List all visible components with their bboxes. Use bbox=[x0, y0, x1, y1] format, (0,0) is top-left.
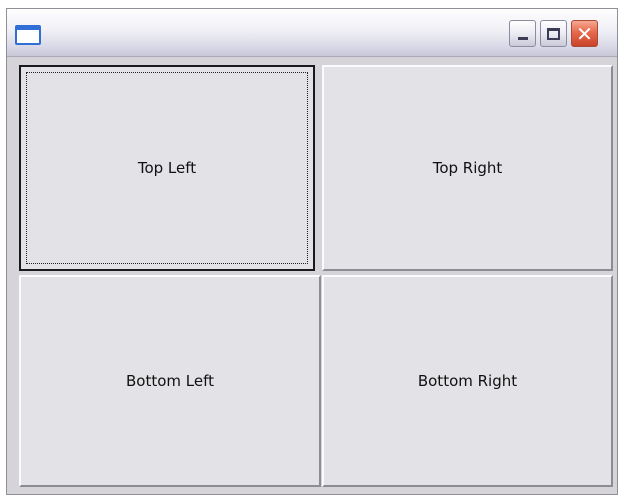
top-right-button[interactable]: Top Right bbox=[322, 65, 613, 271]
app-window: ✕ Top Left Top Right Bottom Left Bottom … bbox=[6, 8, 618, 495]
maximize-button[interactable] bbox=[540, 20, 567, 47]
title-bar[interactable]: ✕ bbox=[7, 9, 617, 57]
top-left-button[interactable]: Top Left bbox=[19, 65, 315, 271]
top-left-button-label: Top Left bbox=[137, 159, 197, 177]
window-app-icon[interactable] bbox=[15, 25, 41, 45]
client-area: Top Left Top Right Bottom Left Bottom Ri… bbox=[11, 61, 613, 492]
bottom-left-button[interactable]: Bottom Left bbox=[19, 275, 321, 487]
top-right-button-label: Top Right bbox=[432, 159, 503, 177]
page: ✕ Top Left Top Right Bottom Left Bottom … bbox=[0, 0, 624, 497]
bottom-right-button[interactable]: Bottom Right bbox=[322, 275, 613, 487]
bottom-right-button-label: Bottom Right bbox=[417, 372, 518, 390]
maximize-icon bbox=[547, 27, 560, 40]
bottom-left-button-label: Bottom Left bbox=[125, 372, 214, 390]
minimize-icon bbox=[517, 37, 528, 40]
minimize-button[interactable] bbox=[509, 20, 536, 47]
close-icon: ✕ bbox=[576, 21, 593, 46]
close-button[interactable]: ✕ bbox=[571, 20, 598, 47]
